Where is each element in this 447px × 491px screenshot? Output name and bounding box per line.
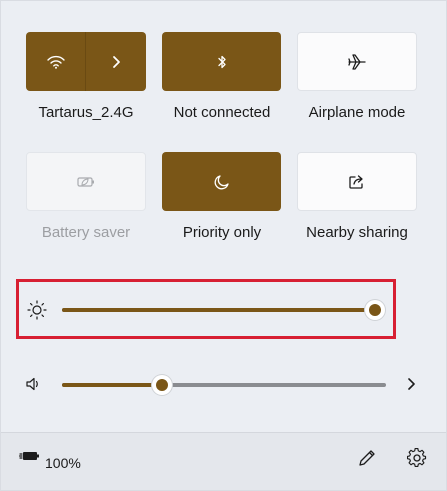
bluetooth-tile[interactable] xyxy=(162,32,281,91)
brightness-slider-fill xyxy=(62,308,375,312)
airplane-mode-tile[interactable] xyxy=(297,32,417,91)
moon-icon xyxy=(214,174,230,190)
battery-charging-icon[interactable] xyxy=(19,449,41,463)
focus-assist-tile[interactable] xyxy=(162,152,281,211)
wifi-icon xyxy=(46,55,65,69)
battery-saver-tile[interactable] xyxy=(26,152,146,211)
wifi-label: Tartarus_2.4G xyxy=(38,104,134,121)
bluetooth-label: Not connected xyxy=(173,104,271,121)
volume-slider-fill xyxy=(62,383,162,387)
pencil-icon[interactable] xyxy=(357,448,377,468)
share-icon xyxy=(348,174,366,190)
airplane-mode-label: Airplane mode xyxy=(308,104,406,121)
battery-percentage: 100% xyxy=(45,455,81,471)
chevron-right-icon[interactable] xyxy=(405,377,417,391)
quick-settings-panel: Tartarus_2.4G Not connected Airplane mod… xyxy=(0,0,447,491)
gear-icon[interactable] xyxy=(407,448,427,468)
brightness-slider[interactable] xyxy=(62,300,385,320)
nearby-sharing-tile[interactable] xyxy=(297,152,417,211)
wifi-tile[interactable] xyxy=(26,32,146,91)
bluetooth-icon xyxy=(217,54,227,70)
brightness-icon xyxy=(27,300,47,320)
speaker-icon[interactable] xyxy=(25,376,41,392)
battery-saver-label: Battery saver xyxy=(41,224,131,241)
wifi-toggle[interactable] xyxy=(26,32,85,91)
brightness-slider-thumb[interactable] xyxy=(365,300,385,320)
battery-saver-icon xyxy=(76,175,96,189)
nearby-sharing-label: Nearby sharing xyxy=(306,224,408,241)
airplane-icon xyxy=(347,53,367,71)
focus-assist-label: Priority only xyxy=(182,224,262,241)
wifi-chevron-button[interactable] xyxy=(86,32,146,91)
volume-slider-thumb[interactable] xyxy=(152,375,172,395)
chevron-right-icon xyxy=(111,55,121,69)
volume-slider[interactable] xyxy=(62,375,386,395)
